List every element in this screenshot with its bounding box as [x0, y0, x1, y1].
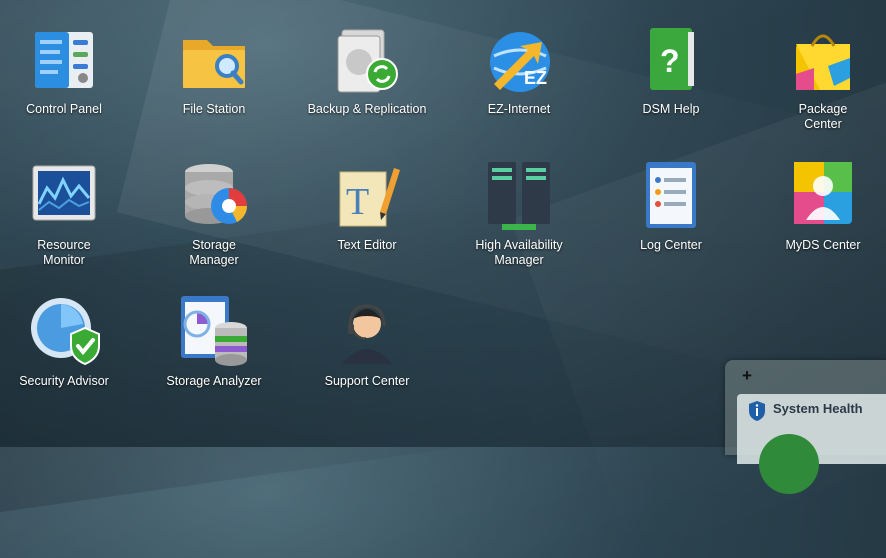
- text-pencil-icon: T: [328, 158, 406, 236]
- app-storage-manager[interactable]: Storage Manager: [139, 158, 289, 268]
- app-label: High Availability Manager: [475, 238, 563, 267]
- app-label: Text Editor: [337, 238, 397, 252]
- app-ez-internet[interactable]: EZ EZ-Internet: [444, 22, 594, 117]
- widget-panel: + System Health: [725, 360, 886, 494]
- widget-title: System Health: [773, 401, 863, 416]
- app-log-center[interactable]: Log Center: [596, 158, 746, 253]
- app-backup-replication[interactable]: Backup & Replication: [292, 22, 442, 117]
- app-label: Log Center: [640, 238, 702, 252]
- monitor-graph-icon: [25, 158, 103, 236]
- app-label: Control Panel: [26, 102, 102, 116]
- app-label: Support Center: [324, 374, 410, 388]
- app-package-center[interactable]: Package Center: [748, 22, 886, 132]
- app-resource-monitor[interactable]: Resource Monitor: [0, 158, 139, 268]
- control-panel-icon: [25, 22, 103, 100]
- servers-icon: [480, 158, 558, 236]
- app-label: File Station: [182, 102, 246, 116]
- app-myds-center[interactable]: MyDS Center: [748, 158, 886, 253]
- info-shield-icon: [747, 400, 767, 427]
- svg-text:?: ?: [660, 43, 680, 79]
- app-label: Package Center: [798, 102, 848, 131]
- app-high-availability[interactable]: High Availability Manager: [444, 158, 594, 268]
- app-label: Storage Analyzer: [166, 374, 262, 388]
- headset-person-icon: [328, 294, 406, 372]
- app-label: MyDS Center: [785, 238, 861, 252]
- folder-icon: [175, 22, 253, 100]
- backup-icon: [328, 22, 406, 100]
- app-file-station[interactable]: File Station: [139, 22, 289, 117]
- app-label: DSM Help: [642, 102, 700, 116]
- health-status-indicator: [759, 434, 819, 494]
- svg-text:EZ: EZ: [524, 68, 547, 88]
- report-db-icon: [175, 294, 253, 372]
- app-label: Resource Monitor: [37, 238, 91, 267]
- add-widget-button[interactable]: +: [742, 366, 752, 386]
- app-label: Storage Manager: [189, 238, 239, 267]
- app-security-advisor[interactable]: Security Advisor: [0, 294, 139, 389]
- app-storage-analyzer[interactable]: Storage Analyzer: [139, 294, 289, 389]
- svg-text:T: T: [346, 181, 369, 223]
- user-card-icon: [784, 158, 862, 236]
- globe-icon: EZ: [480, 22, 558, 100]
- app-label: EZ-Internet: [487, 102, 551, 116]
- app-support-center[interactable]: Support Center: [292, 294, 442, 389]
- app-label: Security Advisor: [19, 374, 109, 388]
- app-label: Backup & Replication: [307, 102, 427, 116]
- database-pie-icon: [175, 158, 253, 236]
- app-control-panel[interactable]: Control Panel: [0, 22, 139, 117]
- app-dsm-help[interactable]: ? DSM Help: [596, 22, 746, 117]
- shopping-bag-icon: [784, 22, 862, 100]
- system-health-widget[interactable]: System Health: [737, 394, 886, 494]
- shield-radar-icon: [25, 294, 103, 372]
- log-list-icon: [632, 158, 710, 236]
- help-book-icon: ?: [632, 22, 710, 100]
- app-text-editor[interactable]: T Text Editor: [292, 158, 442, 253]
